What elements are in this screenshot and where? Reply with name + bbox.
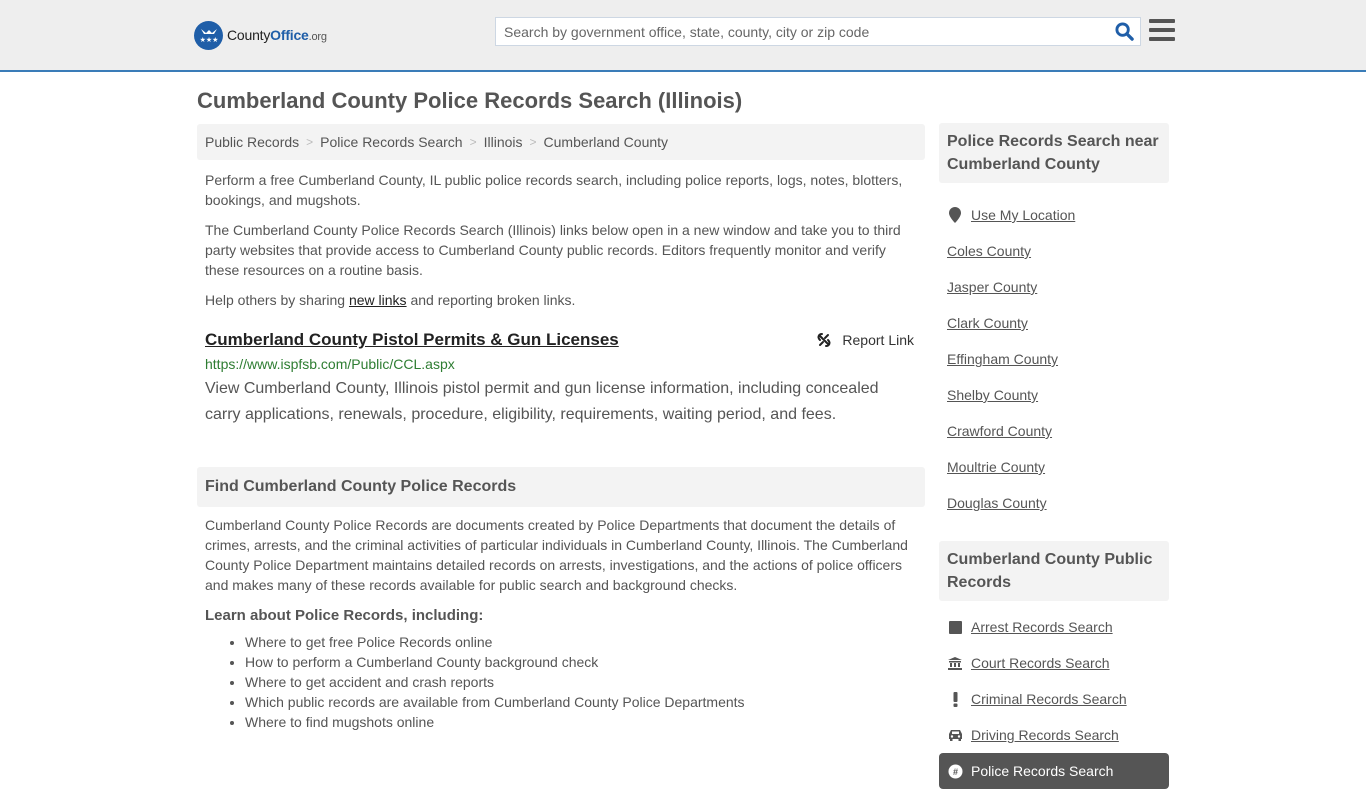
public-records-item: Arrest Records Search [947, 609, 1161, 645]
car-icon [947, 729, 963, 741]
sidebar: Police Records Search near Cumberland Co… [939, 123, 1169, 789]
nearby-county-link[interactable]: Crawford County [947, 423, 1052, 439]
search-button[interactable] [1108, 18, 1140, 45]
breadcrumb: Public Records > Police Records Search >… [197, 124, 925, 160]
badge-icon: # [947, 764, 963, 779]
breadcrumb-separator: > [306, 135, 314, 149]
arrest-records-link[interactable]: Arrest Records Search [971, 619, 1113, 635]
breadcrumb-public-records[interactable]: Public Records [205, 134, 299, 150]
map-marker-icon [947, 207, 963, 223]
hamburger-menu-icon[interactable] [1149, 19, 1175, 43]
intro-paragraph-1: Perform a free Cumberland County, IL pub… [205, 172, 903, 208]
public-records-list: Arrest Records Search Court Records Sear… [939, 601, 1169, 789]
find-records-heading: Find Cumberland County Police Records [197, 467, 925, 507]
public-records-item: Court Records Search [947, 645, 1161, 681]
list-item: How to perform a Cumberland County backg… [245, 652, 917, 672]
intro-paragraph-3: Help others by sharing new links and rep… [205, 292, 576, 308]
nearby-item: Crawford County [947, 413, 1161, 449]
nearby-item: Clark County [947, 305, 1161, 341]
svg-text:★★★: ★★★ [199, 36, 218, 44]
logo-text: CountyOffice.org [227, 27, 327, 43]
nearby-item: Shelby County [947, 377, 1161, 413]
search-input[interactable] [496, 18, 1108, 45]
nearby-county-link[interactable]: Jasper County [947, 279, 1037, 295]
report-link-button[interactable]: Report Link [816, 332, 914, 348]
court-records-link[interactable]: Court Records Search [971, 655, 1110, 671]
learn-list: Where to get free Police Records online … [245, 632, 917, 732]
find-records-body: Cumberland County Police Records are doc… [205, 517, 908, 593]
site-header: ★★★ CountyOffice.org [0, 0, 1366, 72]
result-item: Cumberland County Pistol Permits & Gun L… [205, 330, 917, 428]
nearby-item: Coles County [947, 233, 1161, 269]
courthouse-icon [947, 656, 963, 670]
search-bar [495, 17, 1141, 46]
breadcrumb-separator: > [529, 135, 537, 149]
breadcrumb-police-records-search[interactable]: Police Records Search [320, 134, 462, 150]
public-records-item: Driving Records Search [947, 717, 1161, 753]
nearby-county-link[interactable]: Shelby County [947, 387, 1038, 403]
breadcrumb-cumberland-county[interactable]: Cumberland County [544, 134, 669, 150]
intro-section: Perform a free Cumberland County, IL pub… [205, 170, 917, 320]
nearby-county-link[interactable]: Effingham County [947, 351, 1058, 367]
breadcrumb-illinois[interactable]: Illinois [484, 134, 523, 150]
nearby-county-link[interactable]: Douglas County [947, 495, 1047, 511]
result-url: https://www.ispfsb.com/Public/CCL.aspx [205, 356, 455, 372]
driving-records-link[interactable]: Driving Records Search [971, 727, 1119, 743]
nearby-item: Jasper County [947, 269, 1161, 305]
broken-link-icon [817, 333, 831, 347]
use-my-location-link[interactable]: Use My Location [971, 207, 1075, 223]
find-records-section: Cumberland County Police Records are doc… [205, 515, 917, 732]
new-links-link[interactable]: new links [349, 292, 407, 308]
intro-paragraph-2: The Cumberland County Police Records Sea… [205, 222, 901, 278]
nearby-heading: Police Records Search near Cumberland Co… [939, 123, 1169, 183]
learn-heading: Learn about Police Records, including: [205, 607, 484, 624]
result-description: View Cumberland County, Illinois pistol … [205, 380, 879, 423]
nearby-list: Use My Location Coles County Jasper Coun… [939, 183, 1169, 521]
exclamation-icon [947, 691, 963, 707]
use-location-item: Use My Location [947, 197, 1161, 233]
list-item: Which public records are available from … [245, 692, 917, 712]
list-item: Where to get accident and crash reports [245, 672, 917, 692]
square-icon [947, 620, 963, 634]
public-records-item: Criminal Records Search [947, 681, 1161, 717]
public-records-item-active: # Police Records Search [939, 753, 1169, 789]
nearby-item: Douglas County [947, 485, 1161, 521]
eagle-logo-icon: ★★★ [194, 20, 223, 50]
nearby-item: Moultrie County [947, 449, 1161, 485]
page-title: Cumberland County Police Records Search … [197, 88, 743, 113]
svg-text:#: # [952, 767, 957, 777]
criminal-records-link[interactable]: Criminal Records Search [971, 691, 1127, 707]
result-title-link[interactable]: Cumberland County Pistol Permits & Gun L… [205, 330, 619, 350]
nearby-county-link[interactable]: Coles County [947, 243, 1031, 259]
police-records-link[interactable]: Police Records Search [971, 763, 1113, 779]
nearby-county-link[interactable]: Clark County [947, 315, 1028, 331]
list-item: Where to find mugshots online [245, 712, 917, 732]
site-logo[interactable]: ★★★ CountyOffice.org [194, 20, 327, 50]
nearby-county-link[interactable]: Moultrie County [947, 459, 1045, 475]
search-icon [1114, 22, 1134, 41]
list-item: Where to get free Police Records online [245, 632, 917, 652]
nearby-item: Effingham County [947, 341, 1161, 377]
breadcrumb-separator: > [469, 135, 477, 149]
public-records-heading: Cumberland County Public Records [939, 541, 1169, 601]
